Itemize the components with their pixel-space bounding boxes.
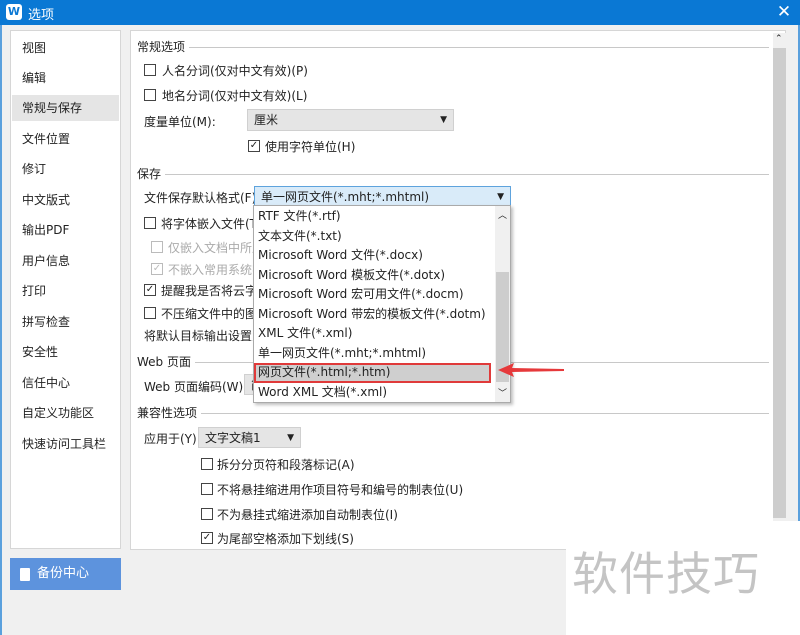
sidebar-item-print[interactable]: 打印 bbox=[12, 278, 119, 304]
apply-value: 文字文稿1 bbox=[205, 431, 261, 445]
dropdown-option[interactable]: RTF 文件(*.rtf) bbox=[257, 207, 495, 227]
unit-select[interactable]: 厘米 ▼ bbox=[247, 109, 454, 131]
no-auto-tab-checkbox[interactable] bbox=[201, 508, 213, 520]
format-select[interactable]: 单一网页文件(*.mht;*.mhtml) ▼ bbox=[254, 186, 511, 207]
dropdown-option[interactable]: Word XML 文档(*.xml) bbox=[257, 383, 495, 403]
sidebar-item-spell-check[interactable]: 拼写检查 bbox=[12, 309, 119, 335]
window-title: 选项 bbox=[28, 8, 55, 23]
no-hanging-tab-label: 不将悬挂缩进用作项目符号和编号的制表位(U) bbox=[217, 483, 464, 497]
apply-select[interactable]: 文字文稿1 ▼ bbox=[198, 427, 301, 448]
apply-label: 应用于(Y): bbox=[144, 432, 201, 446]
format-value: 单一网页文件(*.mht;*.mhtml) bbox=[261, 190, 430, 204]
default-output-label: 将默认目标输出设置为 bbox=[144, 329, 265, 343]
sidebar-item-export-pdf[interactable]: 输出PDF bbox=[12, 217, 119, 243]
dropdown-option[interactable]: Microsoft Word 模板文件(*.dotx) bbox=[257, 266, 495, 286]
compat-heading: 兼容性选项 bbox=[137, 404, 202, 421]
no-hanging-tab-checkbox[interactable] bbox=[201, 483, 213, 495]
dropdown-option[interactable]: 单一网页文件(*.mht;*.mhtml) bbox=[257, 344, 495, 364]
chevron-down-icon[interactable]: ﹀ bbox=[498, 386, 507, 399]
chevron-down-icon: ▼ bbox=[440, 115, 447, 125]
watermark-text: 软件技巧 bbox=[572, 547, 760, 601]
save-heading: 保存 bbox=[137, 165, 166, 182]
format-dropdown-list: RTF 文件(*.rtf) 文本文件(*.txt) Microsoft Word… bbox=[253, 205, 511, 403]
embed-used-only-label: 仅嵌入文档中所用 bbox=[168, 241, 265, 255]
sidebar-item-file-location[interactable]: 文件位置 bbox=[12, 126, 119, 152]
embed-fonts-label: 将字体嵌入文件(T) bbox=[161, 217, 262, 231]
no-auto-tab-label: 不为悬挂式缩进添加自动制表位(I) bbox=[217, 508, 398, 522]
embed-fonts-checkbox[interactable] bbox=[144, 217, 156, 229]
backup-icon bbox=[20, 568, 30, 581]
char-unit-checkbox[interactable]: ✓ bbox=[248, 140, 260, 152]
no-common-fonts-checkbox[interactable]: ✓ bbox=[151, 263, 163, 275]
divider bbox=[137, 413, 769, 414]
divider bbox=[137, 47, 769, 48]
scroll-up-icon[interactable]: ⌃ bbox=[775, 34, 783, 44]
divider bbox=[137, 174, 769, 175]
title-bar bbox=[0, 0, 800, 25]
wps-logo-icon: W bbox=[6, 4, 22, 20]
sidebar-item-chinese-layout[interactable]: 中文版式 bbox=[12, 187, 119, 213]
sidebar-item-customize-ribbon[interactable]: 自定义功能区 bbox=[12, 400, 119, 426]
place-name-checkbox[interactable] bbox=[144, 89, 156, 101]
no-common-fonts-label: 不嵌入常用系统字 bbox=[168, 263, 265, 277]
dropdown-option[interactable]: XML 文件(*.xml) bbox=[257, 324, 495, 344]
remind-cloud-checkbox[interactable]: ✓ bbox=[144, 284, 156, 296]
sidebar-item-user-info[interactable]: 用户信息 bbox=[12, 248, 119, 274]
sidebar-item-security[interactable]: 安全性 bbox=[12, 339, 119, 365]
sidebar-item-trust-center[interactable]: 信任中心 bbox=[12, 370, 119, 396]
sidebar: 视图 编辑 常规与保存 文件位置 修订 中文版式 输出PDF 用户信息 打印 拼… bbox=[10, 30, 121, 549]
sidebar-item-general-save[interactable]: 常规与保存 bbox=[12, 95, 119, 121]
chevron-down-icon: ▼ bbox=[497, 192, 504, 202]
chevron-down-icon: ▼ bbox=[287, 433, 294, 443]
dropdown-option[interactable]: Microsoft Word 宏可用文件(*.docm) bbox=[257, 285, 495, 305]
split-break-label: 拆分分页符和段落标记(A) bbox=[217, 458, 355, 472]
underline-trailing-label: 为尾部空格添加下划线(S) bbox=[217, 532, 354, 546]
encoding-label: Web 页面编码(W): bbox=[144, 380, 248, 394]
unit-label: 度量单位(M): bbox=[144, 115, 216, 129]
general-heading: 常规选项 bbox=[137, 38, 190, 55]
close-button[interactable]: ✕ bbox=[772, 2, 796, 22]
person-name-checkbox[interactable] bbox=[144, 64, 156, 76]
format-label: 文件保存默认格式(F): bbox=[144, 191, 261, 205]
chevron-up-icon[interactable]: ︿ bbox=[498, 208, 507, 221]
scrollbar-thumb[interactable] bbox=[773, 48, 786, 518]
sidebar-item-revision[interactable]: 修订 bbox=[12, 156, 119, 182]
sidebar-item-view[interactable]: 视图 bbox=[12, 35, 119, 61]
no-compress-checkbox[interactable] bbox=[144, 307, 156, 319]
unit-value: 厘米 bbox=[254, 113, 279, 127]
dropdown-option[interactable]: Microsoft Word 带宏的模板文件(*.dotm) bbox=[257, 305, 495, 325]
dropdown-option-highlighted[interactable]: 网页文件(*.html;*.htm) bbox=[254, 363, 491, 383]
char-unit-label: 使用字符单位(H) bbox=[265, 140, 356, 154]
sidebar-item-quick-access[interactable]: 快速访问工具栏 bbox=[12, 431, 119, 457]
sidebar-item-edit[interactable]: 编辑 bbox=[12, 65, 119, 91]
underline-trailing-checkbox[interactable]: ✓ bbox=[201, 532, 213, 544]
embed-used-only-checkbox[interactable] bbox=[151, 241, 163, 253]
red-arrow-annotation bbox=[498, 363, 564, 377]
place-name-label: 地名分词(仅对中文有效)(L) bbox=[162, 89, 308, 103]
split-break-checkbox[interactable] bbox=[201, 458, 213, 470]
person-name-label: 人名分词(仅对中文有效)(P) bbox=[162, 64, 308, 78]
web-heading: Web 页面 bbox=[137, 353, 195, 370]
dropdown-option[interactable]: 文本文件(*.txt) bbox=[257, 227, 495, 247]
dropdown-option[interactable]: Microsoft Word 文件(*.docx) bbox=[257, 246, 495, 266]
